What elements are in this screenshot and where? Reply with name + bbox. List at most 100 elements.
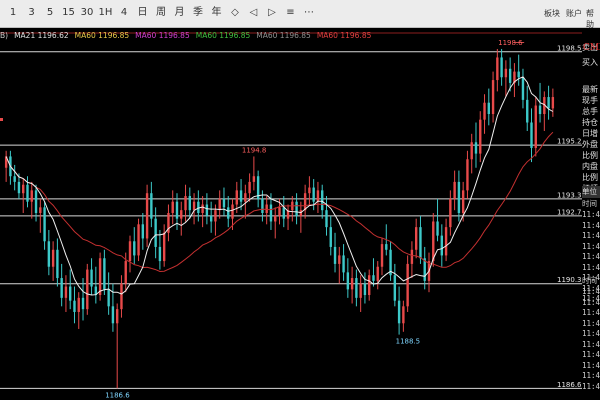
candle-body [235,190,238,205]
tick-time: 11:4 [582,318,600,328]
candle-body [188,196,192,211]
candle-body [338,255,341,264]
period-button-12[interactable]: ◇ [228,6,242,20]
candle-body [124,261,127,284]
candle-body [397,300,401,324]
ma-legend-item: MA21 1196.62 [14,31,69,40]
tick-time: 11:4 [582,350,600,359]
price-level-label: 1195.2 [557,138,582,146]
quote-field-label: 总手 [582,107,598,116]
candle-body [470,142,473,160]
price-level-label: 1198.5 [557,44,582,52]
candle-body [359,283,362,298]
candle-body [222,198,226,208]
candle-body [321,190,324,211]
period-button-5[interactable]: 1H [99,6,113,20]
candle-body [77,297,80,312]
candle-body [60,278,63,298]
period-button-8[interactable]: 周 [154,6,168,20]
candle-body [265,204,268,213]
quote-field-label: 现手 [582,96,598,105]
candle-body [406,263,409,307]
ma-legend-item: MA60 1196.85 [195,31,251,40]
candle-body [342,255,345,273]
extreme-price-label: 1186.6 [105,391,130,399]
candle-body [17,181,21,194]
candle-body [103,258,106,290]
candle-body [350,278,354,290]
candle-body [13,176,16,182]
candle-body [26,184,29,202]
period-button-16[interactable]: ⋯ [302,6,316,20]
candle-body [175,201,179,219]
candle-body [137,224,140,256]
candle-body [171,201,174,213]
period-button-3[interactable]: 15 [62,6,76,20]
candle-body [355,278,358,298]
candle-body [115,309,119,324]
left-marker [0,118,3,121]
period-button-10[interactable]: 季 [191,6,205,20]
candle-body [457,181,461,213]
candle-body [483,102,486,120]
period-button-13[interactable]: ◁ [247,6,261,20]
period-button-1[interactable]: 3 [25,6,39,20]
candle-body [491,80,495,115]
candle-body [414,227,418,250]
candle-body [449,198,452,228]
toolbar-link-1[interactable]: 账户 [566,8,582,19]
period-button-4[interactable]: 30 [80,6,94,20]
candle-body [461,190,465,213]
exchange-logo: CMX [583,43,600,53]
candlestick-chart[interactable]: 1198.5 1195.2 1193.3 1192.7 1190.3 1186.6 1198… [0,28,582,400]
quote-panel: 卖出买入最新现手总手持仓日增外盘比例内盘比例杠杆11:411:411:411:4… [582,28,600,400]
candle-body [111,306,115,324]
tick-time: 11:4 [582,360,600,370]
candle-body [86,269,89,310]
candle-body [393,275,397,301]
toolbar-link-0[interactable]: 板块 [544,8,560,19]
candle-body [534,105,537,148]
price-level-label: 1186.6 [557,381,582,389]
candle-body [402,306,405,324]
tick-time: 11:4 [582,297,600,307]
period-button-15[interactable]: ≡ [284,6,298,20]
candle-body [73,300,76,312]
candle-body [376,266,379,281]
period-button-11[interactable]: 年 [210,6,224,20]
candle-body [150,193,153,219]
period-button-7[interactable]: 日 [136,6,150,20]
ma-legend-item: MA60 1196.85 [316,31,372,40]
unit-label: 单位 [582,186,600,198]
period-button-9[interactable]: 月 [173,6,187,20]
tick-time: 11:4 [582,287,600,296]
candle-body [308,187,311,194]
candle-body [410,249,414,264]
toolbar-link-2[interactable]: 帮助 [586,8,600,30]
candle-body [363,283,367,296]
candle-body [145,193,149,239]
candle-body [432,221,435,262]
candle-body [43,207,46,242]
tick-time: 11:4 [582,210,600,219]
period-button-6[interactable]: 4 [117,6,131,20]
candle-body [295,201,298,216]
candle-body [504,68,508,78]
tick-time: 11:4 [582,262,600,272]
candle-body [436,221,439,236]
ma-prefix: B) [0,31,9,40]
period-button-2[interactable]: 5 [43,6,57,20]
candle-body [479,119,482,154]
candle-body [269,204,273,222]
candle-body [51,249,55,267]
candle-body [141,224,145,239]
candle-body [333,246,337,264]
tick-time: 11:4 [582,252,600,261]
quote-field-label: 持仓 [582,118,598,127]
candle-body [372,275,375,281]
period-button-0[interactable]: 1 [6,6,20,20]
period-button-14[interactable]: ▷ [265,6,279,20]
price-level-label: 1192.7 [557,208,582,216]
candle-body [547,97,550,109]
quote-field-label: 比例 [582,151,598,160]
